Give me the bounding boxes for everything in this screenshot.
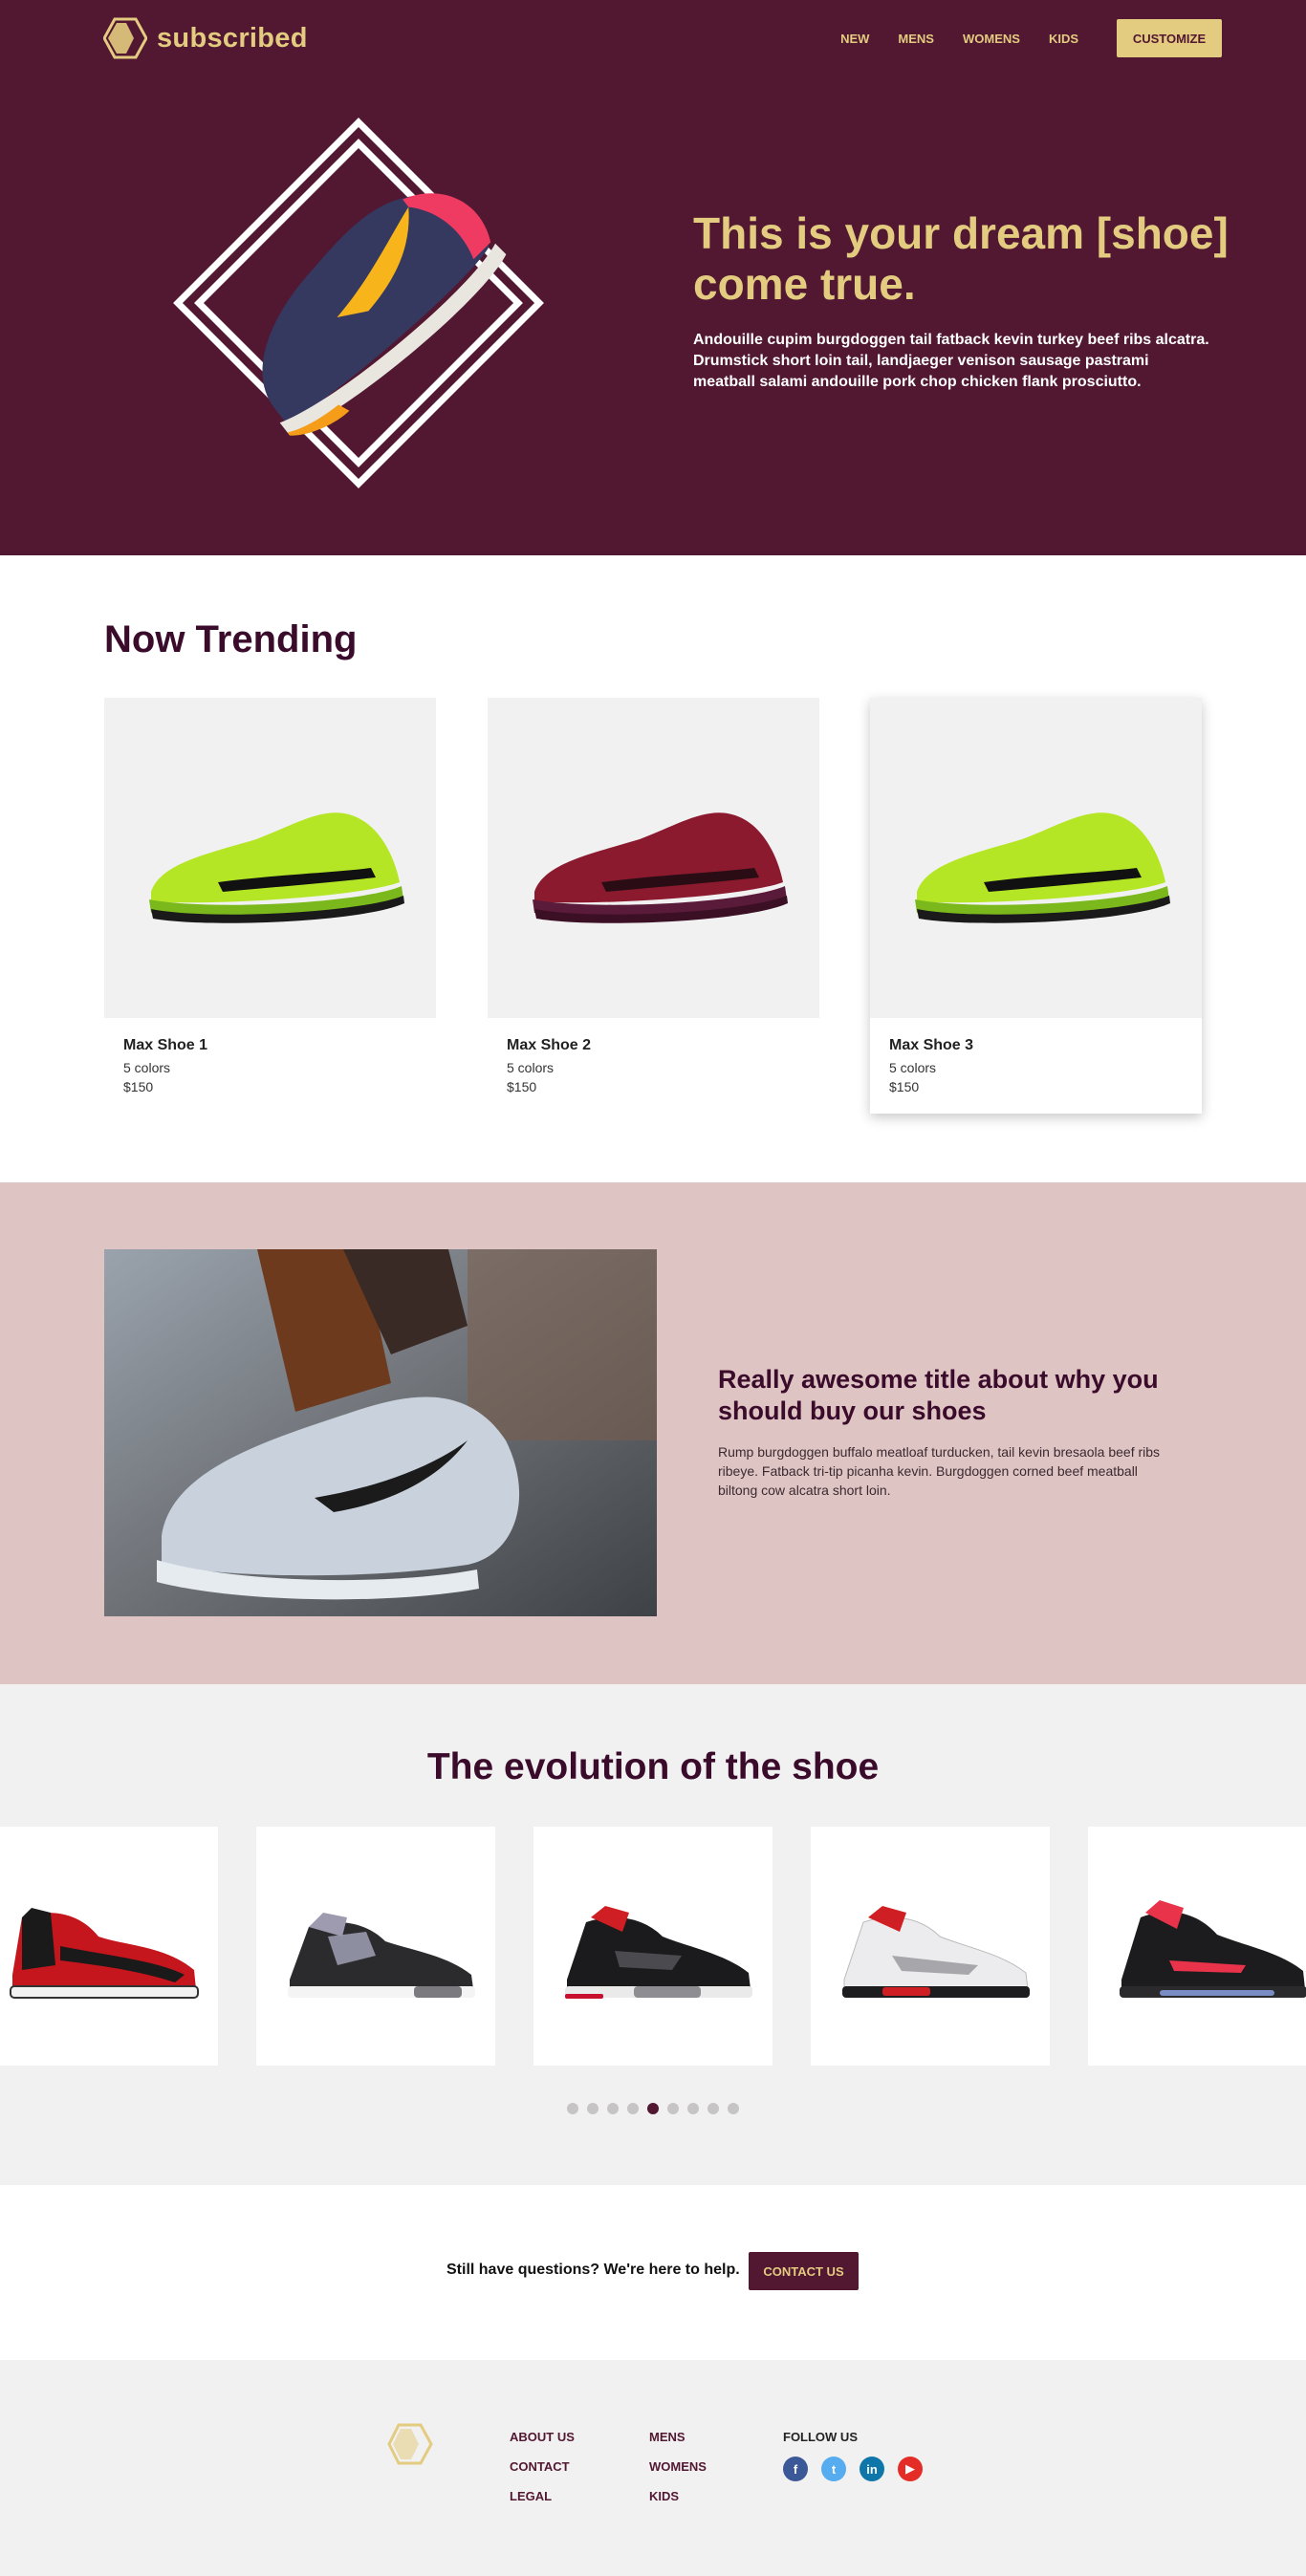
footer-cube-logo-icon[interactable] bbox=[387, 2423, 433, 2465]
linkedin-icon[interactable]: in bbox=[860, 2457, 884, 2481]
product-colors: 5 colors bbox=[123, 1060, 171, 1075]
product-image bbox=[488, 698, 819, 1018]
evolution-title: The evolution of the shoe bbox=[426, 1746, 880, 1787]
footer-column-shop: MENS WOMENS KIDS bbox=[649, 2430, 707, 2519]
carousel-dot[interactable] bbox=[728, 2103, 739, 2114]
nav-mens[interactable]: MENS bbox=[898, 32, 934, 46]
footer-link-womens[interactable]: WOMENS bbox=[649, 2459, 707, 2474]
carousel-item[interactable] bbox=[0, 1827, 218, 2066]
product-card[interactable]: Max Shoe 1 5 colors $150 bbox=[104, 698, 436, 1114]
product-colors: 5 colors bbox=[889, 1060, 937, 1075]
trending-title: Now Trending bbox=[104, 618, 358, 660]
nav-kids[interactable]: KIDS bbox=[1049, 32, 1078, 46]
cube-logo-icon bbox=[103, 17, 147, 59]
nav-new[interactable]: NEW bbox=[840, 32, 869, 46]
carousel-dot[interactable] bbox=[607, 2103, 619, 2114]
evolution-section: The evolution of the shoe bbox=[0, 1684, 1306, 2185]
hero-title: This is your dream [shoe] come true. bbox=[693, 208, 1229, 309]
feature-photo bbox=[104, 1249, 657, 1616]
carousel-dot[interactable] bbox=[567, 2103, 578, 2114]
hero-description: Andouille cupim burgdoggen tail fatback … bbox=[693, 332, 1209, 390]
product-card[interactable]: Max Shoe 3 5 colors $150 bbox=[870, 698, 1202, 1114]
twitter-icon[interactable]: t bbox=[821, 2457, 846, 2481]
brand-name: subscribed bbox=[157, 22, 308, 54]
product-name: Max Shoe 1 bbox=[123, 1037, 208, 1053]
footer-column-company: ABOUT US CONTACT LEGAL bbox=[510, 2430, 575, 2519]
brand-logo[interactable]: subscribed bbox=[103, 17, 308, 59]
carousel-item[interactable] bbox=[533, 1827, 773, 2066]
carousel-dot[interactable] bbox=[587, 2103, 599, 2114]
feature-text: Rump burgdoggen buffalo meatloaf turduck… bbox=[718, 1444, 1161, 1498]
follow-us-title: FOLLOW US bbox=[783, 2430, 858, 2444]
product-name: Max Shoe 2 bbox=[507, 1037, 592, 1053]
contact-us-button[interactable]: CONTACT US bbox=[749, 2252, 859, 2290]
feature-title: Really awesome title about why you shoul… bbox=[718, 1365, 1159, 1425]
carousel-dot[interactable] bbox=[667, 2103, 679, 2114]
carousel-dot[interactable] bbox=[687, 2103, 699, 2114]
footer-column-social: FOLLOW US f t in ▶ bbox=[783, 2430, 923, 2481]
facebook-icon[interactable]: f bbox=[783, 2457, 808, 2481]
product-price: $150 bbox=[123, 1079, 154, 1094]
carousel-dot[interactable] bbox=[647, 2103, 659, 2114]
hero-shoe-image bbox=[170, 115, 547, 491]
social-links: f t in ▶ bbox=[783, 2457, 923, 2481]
product-price: $150 bbox=[889, 1079, 920, 1094]
feature-section: Really awesome title about why you shoul… bbox=[0, 1182, 1306, 1684]
carousel-item[interactable] bbox=[811, 1827, 1050, 2066]
carousel-item[interactable] bbox=[256, 1827, 495, 2066]
footer: ABOUT US CONTACT LEGAL MENS WOMENS KIDS … bbox=[0, 2360, 1306, 2576]
footer-link-about[interactable]: ABOUT US bbox=[510, 2430, 575, 2444]
carousel-pagination bbox=[0, 2103, 1306, 2114]
nav-womens[interactable]: WOMENS bbox=[963, 32, 1020, 46]
product-colors: 5 colors bbox=[507, 1060, 555, 1075]
youtube-icon[interactable]: ▶ bbox=[898, 2457, 923, 2481]
carousel-dot[interactable] bbox=[707, 2103, 719, 2114]
product-card[interactable]: Max Shoe 2 5 colors $150 bbox=[488, 698, 819, 1114]
product-name: Max Shoe 3 bbox=[889, 1037, 974, 1053]
customize-button[interactable]: CUSTOMIZE bbox=[1117, 19, 1222, 57]
cta-text: Still have questions? We're here to help… bbox=[446, 2262, 740, 2278]
product-image bbox=[104, 698, 436, 1018]
hero-section: subscribed NEW MENS WOMENS KIDS CUSTOMIZ… bbox=[0, 0, 1306, 555]
carousel-item[interactable] bbox=[1088, 1827, 1306, 2066]
footer-link-mens[interactable]: MENS bbox=[649, 2430, 707, 2444]
main-nav: NEW MENS WOMENS KIDS CUSTOMIZE bbox=[840, 19, 1222, 57]
carousel-dot[interactable] bbox=[627, 2103, 639, 2114]
footer-link-legal[interactable]: LEGAL bbox=[510, 2489, 575, 2503]
footer-link-contact[interactable]: CONTACT bbox=[510, 2459, 575, 2474]
footer-link-kids[interactable]: KIDS bbox=[649, 2489, 707, 2503]
product-image bbox=[870, 698, 1202, 1018]
product-price: $150 bbox=[507, 1079, 537, 1094]
